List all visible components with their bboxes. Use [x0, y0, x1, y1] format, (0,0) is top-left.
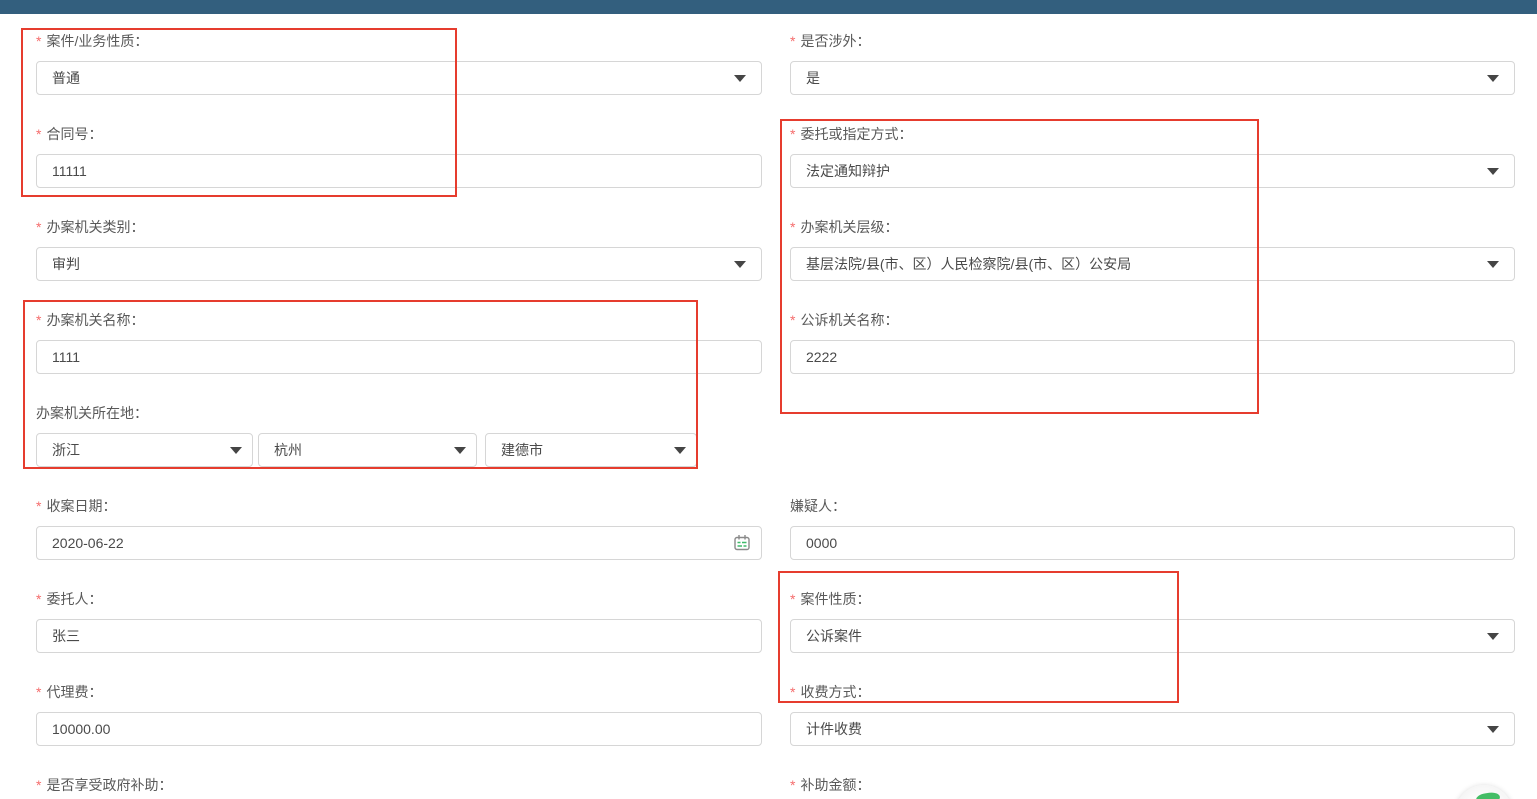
selected-value: 是: [806, 68, 820, 88]
required-asterisk: *: [36, 127, 41, 141]
required-asterisk: *: [790, 592, 795, 606]
selected-value: 杭州: [274, 440, 302, 460]
required-asterisk: *: [790, 127, 795, 141]
required-asterisk: *: [36, 499, 41, 513]
organ-level-select[interactable]: 基层法院/县(市、区）人民检察院/县(市、区）公安局: [790, 247, 1515, 281]
entrust-mode-select[interactable]: 法定通知辩护: [790, 154, 1515, 188]
required-asterisk: *: [36, 685, 41, 699]
case-entry-form-page: * 案件/业务性质： 普通 * 合同号： 11111 * 办案机关类别： 审判 …: [0, 0, 1537, 799]
calendar-icon: [732, 533, 752, 553]
field-label: 合同号：: [46, 127, 102, 141]
required-asterisk: *: [36, 220, 41, 234]
chevron-down-icon: [230, 447, 242, 454]
district-select[interactable]: 建德市: [485, 433, 697, 467]
accept-date-picker[interactable]: 2020-06-22: [36, 526, 762, 560]
field-label: 办案机关层级：: [800, 220, 898, 234]
selected-value: 普通: [52, 68, 80, 88]
selected-value: 计件收费: [806, 719, 862, 739]
field-label: 办案机关类别：: [46, 220, 144, 234]
required-asterisk: *: [790, 220, 795, 234]
field-contract-no: * 合同号： 11111: [36, 127, 762, 188]
field-accept-date: * 收案日期： 2020-06-22: [36, 499, 762, 560]
field-suspect: 嫌疑人： 0000: [790, 499, 1515, 560]
chevron-down-icon: [454, 447, 466, 454]
field-entrust-mode: * 委托或指定方式： 法定通知辩护: [790, 127, 1515, 188]
field-is-foreign: * 是否涉外： 是: [790, 34, 1515, 95]
chevron-down-icon: [1487, 633, 1499, 640]
field-label: 案件/业务性质：: [46, 34, 148, 48]
contract-no-input[interactable]: 11111: [36, 154, 762, 188]
field-client: * 委托人： 张三: [36, 592, 762, 653]
suspect-input[interactable]: 0000: [790, 526, 1515, 560]
field-label: 是否享受政府补助：: [46, 778, 172, 792]
field-gov-subsidy: * 是否享受政府补助：: [36, 778, 762, 799]
input-value: 张三: [52, 626, 80, 646]
field-subsidy-amount: * 补助金额：: [790, 778, 1515, 799]
field-agency-fee: * 代理费： 10000.00: [36, 685, 762, 746]
selected-value: 公诉案件: [806, 626, 862, 646]
required-asterisk: *: [36, 592, 41, 606]
required-asterisk: *: [790, 34, 795, 48]
field-label: 案件性质：: [800, 592, 870, 606]
field-organ-location: 办案机关所在地： 浙江 杭州 建德市: [36, 406, 762, 468]
field-label: 委托人：: [46, 592, 102, 606]
field-label: 是否涉外：: [800, 34, 870, 48]
organ-category-select[interactable]: 审判: [36, 247, 762, 281]
is-foreign-select[interactable]: 是: [790, 61, 1515, 95]
city-select[interactable]: 杭州: [258, 433, 477, 467]
chevron-down-icon: [674, 447, 686, 454]
field-label: 补助金额：: [800, 778, 870, 792]
field-organ-category: * 办案机关类别： 审判: [36, 220, 762, 281]
chevron-down-icon: [734, 261, 746, 268]
required-asterisk: *: [36, 313, 41, 327]
field-label: 公诉机关名称：: [800, 313, 898, 327]
required-asterisk: *: [36, 778, 41, 792]
input-value: 1111: [52, 349, 80, 365]
selected-value: 建德市: [501, 440, 543, 460]
selected-value: 基层法院/县(市、区）人民检察院/县(市、区）公安局: [806, 254, 1131, 274]
input-value: 0000: [806, 535, 837, 551]
field-case-nature: * 案件/业务性质： 普通: [36, 34, 762, 95]
field-organ-name: * 办案机关名称： 1111: [36, 313, 762, 374]
field-label: 办案机关所在地：: [36, 406, 148, 420]
field-label: 办案机关名称：: [46, 313, 144, 327]
input-value: 2020-06-22: [52, 535, 124, 551]
field-label: 委托或指定方式：: [800, 127, 912, 141]
prosecution-organ-name-input[interactable]: 2222: [790, 340, 1515, 374]
selected-value: 浙江: [52, 440, 80, 460]
case-type-select[interactable]: 公诉案件: [790, 619, 1515, 653]
selected-value: 法定通知辩护: [806, 161, 890, 181]
field-organ-level: * 办案机关层级： 基层法院/县(市、区）人民检察院/县(市、区）公安局: [790, 220, 1515, 281]
case-nature-select[interactable]: 普通: [36, 61, 762, 95]
required-asterisk: *: [790, 778, 795, 792]
input-value: 2222: [806, 349, 837, 365]
chevron-down-icon: [1487, 726, 1499, 733]
organ-name-input[interactable]: 1111: [36, 340, 762, 374]
floating-widget-icon: [1475, 791, 1500, 799]
required-asterisk: *: [790, 313, 795, 327]
chevron-down-icon: [1487, 75, 1499, 82]
required-asterisk: *: [790, 685, 795, 699]
field-label: 嫌疑人：: [790, 499, 846, 513]
selected-value: 审判: [52, 254, 80, 274]
province-select[interactable]: 浙江: [36, 433, 253, 467]
input-value: 11111: [52, 163, 87, 179]
chevron-down-icon: [734, 75, 746, 82]
chevron-down-icon: [1487, 261, 1499, 268]
top-navigation-bar: [0, 0, 1537, 14]
fee-method-select[interactable]: 计件收费: [790, 712, 1515, 746]
input-value: 10000.00: [52, 721, 110, 737]
field-case-type: * 案件性质： 公诉案件: [790, 592, 1515, 653]
agency-fee-input[interactable]: 10000.00: [36, 712, 762, 746]
chevron-down-icon: [1487, 168, 1499, 175]
required-asterisk: *: [36, 34, 41, 48]
field-label: 收案日期：: [46, 499, 116, 513]
field-fee-method: * 收费方式： 计件收费: [790, 685, 1515, 746]
field-label: 收费方式：: [800, 685, 870, 699]
field-label: 代理费：: [46, 685, 102, 699]
field-prosecution-organ-name: * 公诉机关名称： 2222: [790, 313, 1515, 374]
client-input[interactable]: 张三: [36, 619, 762, 653]
